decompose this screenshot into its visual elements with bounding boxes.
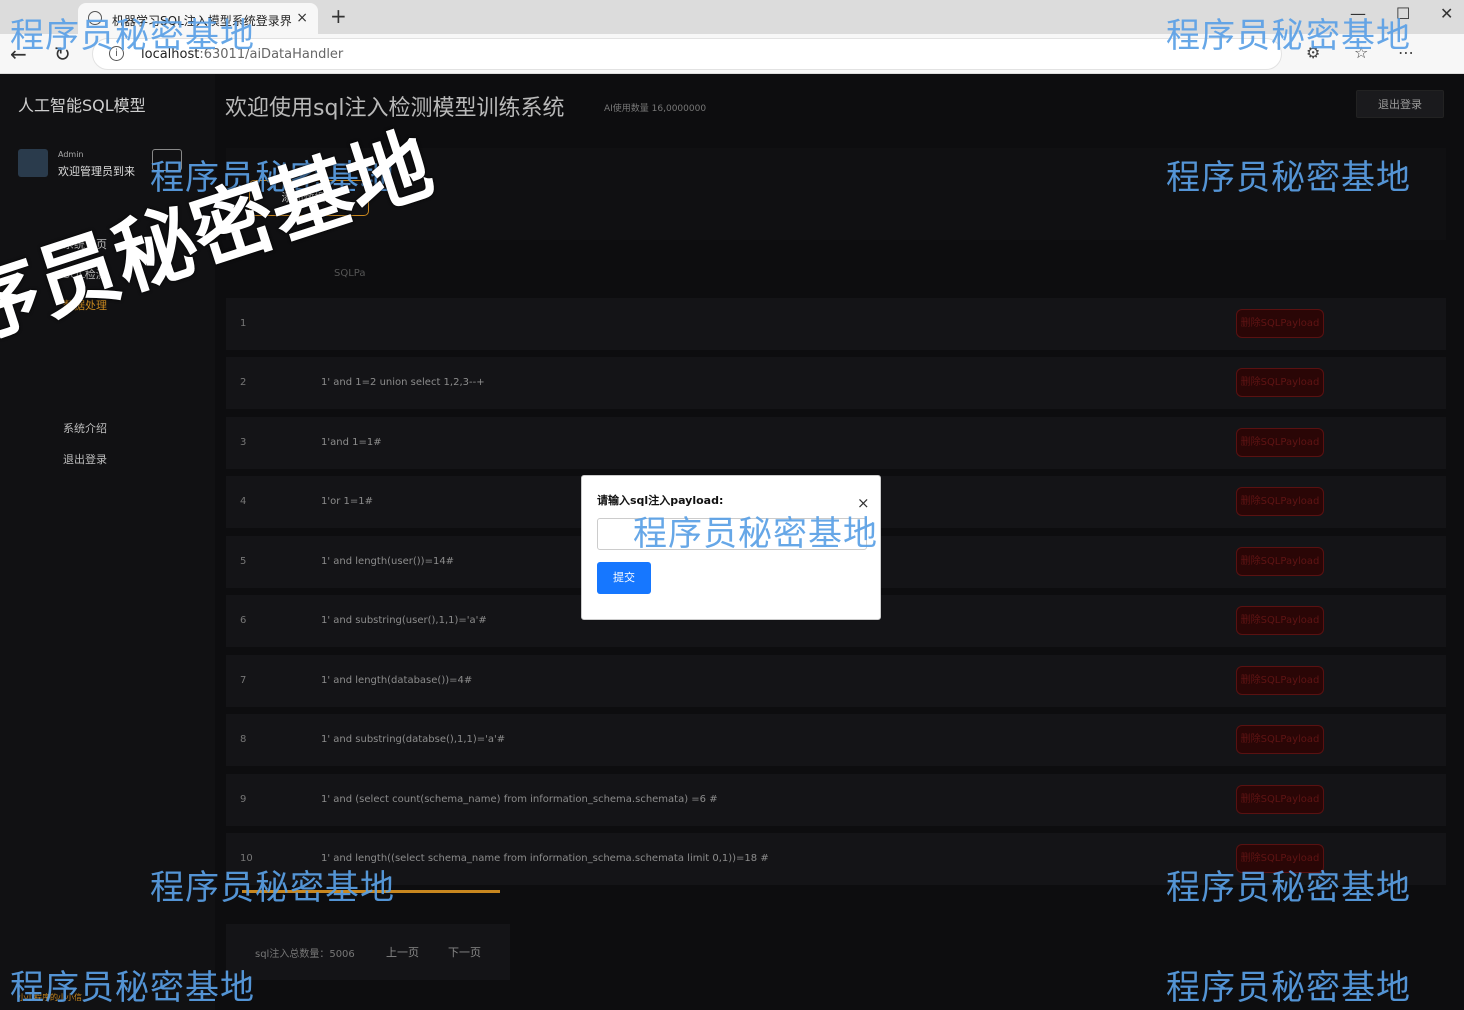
tab-close-icon[interactable]: ×: [296, 10, 308, 26]
column-header-payload: SQLPa: [334, 268, 366, 279]
table-row: 1 删除SQLPayload: [226, 298, 1446, 350]
row-payload: 1'and 1=1#: [321, 437, 382, 448]
admin-label: Admin: [58, 150, 84, 159]
row-index: 8: [240, 734, 247, 745]
row-index: 4: [240, 496, 247, 507]
row-index: 9: [240, 794, 247, 805]
watermark: 程序员秘密基地: [150, 868, 395, 908]
prev-page-button[interactable]: 上一页: [386, 944, 419, 960]
avatar: [18, 149, 48, 177]
table-row: 2 1' and 1=2 union select 1,2,3--+ 删除SQL…: [226, 357, 1446, 409]
table-row: 3 1'and 1=1# 删除SQLPayload: [226, 417, 1446, 469]
delete-payload-button[interactable]: 删除SQLPayload: [1236, 309, 1324, 338]
delete-payload-button[interactable]: 删除SQLPayload: [1236, 487, 1324, 516]
watermark: 程序员秘密基地: [1166, 868, 1411, 908]
row-index: 2: [240, 377, 247, 388]
row-index: 1: [240, 318, 247, 329]
watermark: 程序员秘密基地: [10, 968, 255, 1008]
delete-payload-button[interactable]: 删除SQLPayload: [1236, 725, 1324, 754]
watermark: 程序员秘密基地: [10, 16, 255, 56]
row-payload: 1' and 1=2 union select 1,2,3--+: [321, 377, 485, 388]
watermark: 程序员秘密基地: [633, 514, 878, 554]
table-row: 7 1' and length(database())=4# 删除SQLPayl…: [226, 655, 1446, 707]
watermark: 程序员秘密基地: [1166, 158, 1411, 198]
sidebar-item-logout[interactable]: 退出登录: [63, 451, 107, 467]
delete-payload-button[interactable]: 删除SQLPayload: [1236, 547, 1324, 576]
next-page-button[interactable]: 下一页: [448, 944, 481, 960]
welcome-text: 欢迎管理员到来: [58, 165, 135, 178]
row-payload: 1' and length(user())=14#: [321, 556, 455, 567]
address-bar[interactable]: i localhost:63011/aiDataHandler: [92, 38, 1282, 70]
row-payload: 1' and substring(databse(),1,1)='a'#: [321, 734, 506, 745]
row-index: 3: [240, 437, 247, 448]
row-payload: 1'or 1=1#: [321, 496, 374, 507]
watermark: 程序员秘密基地: [1166, 968, 1411, 1008]
table-header: SQLPa: [226, 258, 1446, 298]
delete-payload-button[interactable]: 删除SQLPayload: [1236, 368, 1324, 397]
ai-usage-count: AI使用数量 16,0000000: [604, 104, 707, 114]
delete-payload-button[interactable]: 删除SQLPayload: [1236, 785, 1324, 814]
row-payload: 1' and (select count(schema_name) from i…: [321, 794, 718, 805]
logout-button[interactable]: 退出登录: [1356, 90, 1444, 118]
window-close-icon[interactable]: ✕: [1440, 4, 1453, 23]
new-tab-icon[interactable]: +: [330, 4, 347, 28]
table-row: 8 1' and substring(databse(),1,1)='a'# 删…: [226, 714, 1446, 766]
row-payload: 1' and substring(user(),1,1)='a'#: [321, 615, 487, 626]
delete-payload-button[interactable]: 删除SQLPayload: [1236, 666, 1324, 695]
pagination: sql注入总数量：5006 上一页 下一页: [226, 924, 510, 980]
sidebar-item-about[interactable]: 系统介绍: [63, 420, 107, 436]
delete-payload-button[interactable]: 删除SQLPayload: [1236, 428, 1324, 457]
submit-button[interactable]: 提交: [597, 562, 651, 594]
row-index: 6: [240, 615, 247, 626]
row-index: 5: [240, 556, 247, 567]
table-row: 9 1' and (select count(schema_name) from…: [226, 774, 1446, 826]
row-payload: 1' and length(database())=4#: [321, 675, 473, 686]
brand-title: 人工智能SQL模型: [18, 96, 146, 115]
watermark: 程序员秘密基地: [1166, 16, 1411, 56]
total-count: sql注入总数量：5006: [255, 949, 355, 960]
row-index: 7: [240, 675, 247, 686]
delete-payload-button[interactable]: 删除SQLPayload: [1236, 606, 1324, 635]
